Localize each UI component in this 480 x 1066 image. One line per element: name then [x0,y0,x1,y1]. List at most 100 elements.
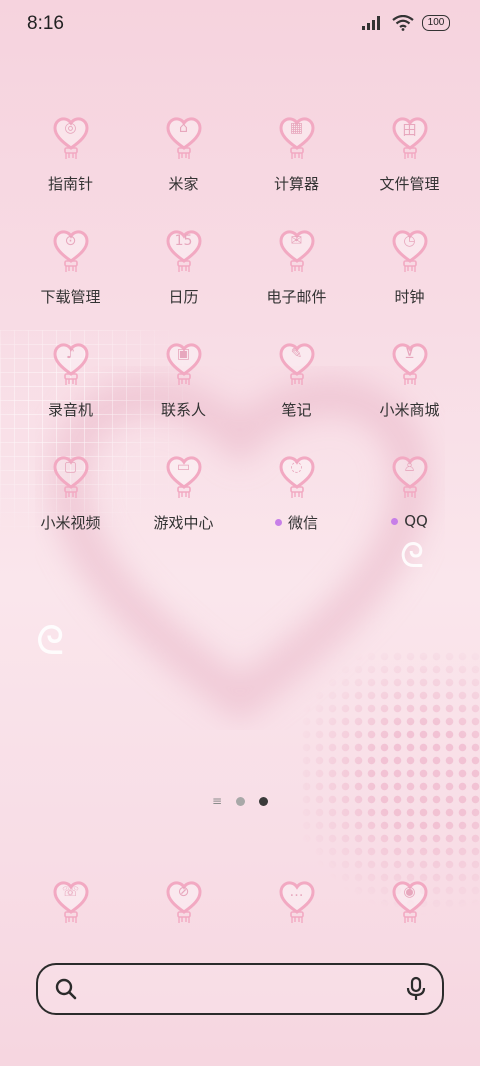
status-bar: 8:16 100 [0,0,480,50]
page-dot-1[interactable] [236,796,246,806]
app-7-icon[interactable]: ✉ [277,227,317,275]
signal-icon [362,16,380,30]
app-3-icon[interactable]: ▦ [277,114,317,162]
app-label[interactable]: 联系人 [161,399,206,420]
app-label-text: 计算器 [273,175,319,193]
app-6[interactable]: 15 日历 [127,227,240,308]
app-7-glyph: ✉ [290,233,303,249]
app-12[interactable]: ⊻ 小米商城 [353,340,466,421]
app-9[interactable]: ♪ 录音机 [14,340,127,421]
app-7[interactable]: ✉ 电子邮件 [240,227,353,308]
app-8-glyph: ◷ [403,233,416,249]
phone-icon[interactable]: ☏ [51,878,91,926]
app-4-icon[interactable]: 田 [390,114,430,162]
app-15-glyph: ◌ [290,459,303,475]
app-label[interactable]: 微信 [274,512,318,533]
app-label[interactable]: 文件管理 [379,173,439,194]
app-6-icon[interactable]: 15 [164,227,204,275]
app-label-text: 小米视频 [40,514,101,532]
app-label[interactable]: 时钟 [394,286,424,307]
app-15[interactable]: ◌ 微信 [240,453,353,534]
app-label[interactable]: 小米视频 [40,512,100,533]
app-label-text: 米家 [168,175,199,193]
app-12-icon[interactable]: ⊻ [390,340,430,388]
app-label[interactable]: 日历 [168,286,198,307]
app-6-glyph: 15 [174,233,193,249]
messages-glyph: … [289,884,304,900]
app-9-icon[interactable]: ♪ [51,340,91,388]
app-label-text: 笔记 [281,401,312,419]
app-16-icon[interactable]: ♙ [390,453,430,501]
app-label[interactable]: 游戏中心 [153,512,213,533]
app-label[interactable]: 电子邮件 [266,286,326,307]
app-1[interactable]: ◎ 指南针 [14,114,127,195]
app-2[interactable]: ⌂ 米家 [127,114,240,195]
app-label[interactable]: 笔记 [281,399,311,420]
app-10-glyph: ▣ [176,346,191,362]
app-label[interactable]: 指南针 [48,173,93,194]
search-bar[interactable] [36,963,444,1015]
app-13[interactable]: ▢ 小米视频 [14,453,127,534]
dock-phone[interactable]: ☏ [14,878,127,928]
search-icon[interactable] [54,977,78,1001]
app-label-text: 微信 [287,514,318,532]
app-label-text: 游戏中心 [153,514,214,532]
app-15-icon[interactable]: ◌ [277,453,317,501]
app-label[interactable]: 下载管理 [40,286,100,307]
app-label-text: 日历 [168,288,199,306]
app-label-text: 文件管理 [379,175,440,193]
dock-camera[interactable]: ◉ [353,878,466,928]
app-1-icon[interactable]: ◎ [51,114,91,162]
battery-indicator: 100 [422,15,450,31]
app-label-text: 电子邮件 [266,288,327,306]
app-2-glyph: ⌂ [179,120,188,136]
app-label[interactable]: 录音机 [48,399,93,420]
page-menu-icon[interactable]: ≡ [212,794,222,808]
page-indicator[interactable]: ≡ [0,794,480,808]
app-label-text: 指南针 [47,175,93,193]
app-14-icon[interactable]: ▭ [164,453,204,501]
app-1-glyph: ◎ [64,120,77,136]
app-9-glyph: ♪ [66,346,75,362]
app-14[interactable]: ▭ 游戏中心 [127,453,240,534]
app-label[interactable]: QQ [391,512,428,530]
app-5-icon[interactable]: ⊙ [51,227,91,275]
page-dot-2[interactable] [259,796,269,806]
app-label[interactable]: 计算器 [274,173,319,194]
messages-icon[interactable]: … [277,878,317,926]
app-label-text: 小米商城 [379,401,440,419]
camera-glyph: ◉ [403,884,416,900]
app-5-glyph: ⊙ [64,233,77,249]
wifi-icon [392,15,414,31]
app-grid: ◎ 指南针 ⌂ 米家 ▦ 计算器 田文件管理 ⊙ 下载管理 15 日历 ✉ 电子邮件 ◷ 时钟 ♪ 录音机 ▣ 联系… [14,114,466,534]
microphone-icon[interactable] [404,976,428,1002]
camera-icon[interactable]: ◉ [390,878,430,926]
dock-browser[interactable]: ⊘ [127,878,240,928]
app-5[interactable]: ⊙ 下载管理 [14,227,127,308]
swirl-decoration-left: ᘓ [36,618,65,664]
app-11-icon[interactable]: ✎ [277,340,317,388]
phone-glyph: ☏ [61,884,80,900]
app-8[interactable]: ◷ 时钟 [353,227,466,308]
app-11[interactable]: ✎ 笔记 [240,340,353,421]
app-8-icon[interactable]: ◷ [390,227,430,275]
dock-messages[interactable]: … [240,878,353,928]
app-label-text: 时钟 [394,288,425,306]
new-badge-dot [274,519,282,526]
app-3[interactable]: ▦ 计算器 [240,114,353,195]
app-10[interactable]: ▣ 联系人 [127,340,240,421]
browser-glyph: ⊘ [177,884,190,900]
app-label[interactable]: 小米商城 [379,399,439,420]
app-10-icon[interactable]: ▣ [164,340,204,388]
app-label[interactable]: 米家 [168,173,198,194]
app-4[interactable]: 田文件管理 [353,114,466,195]
app-2-icon[interactable]: ⌂ [164,114,204,162]
browser-icon[interactable]: ⊘ [164,878,204,926]
app-16[interactable]: ♙ QQ [353,453,466,534]
status-time: 8:16 [27,13,64,34]
app-13-icon[interactable]: ▢ [51,453,91,501]
app-label-text: 下载管理 [40,288,101,306]
app-12-glyph: ⊻ [404,346,415,362]
app-4-glyph: 田 [402,123,417,139]
app-13-glyph: ▢ [63,459,78,475]
